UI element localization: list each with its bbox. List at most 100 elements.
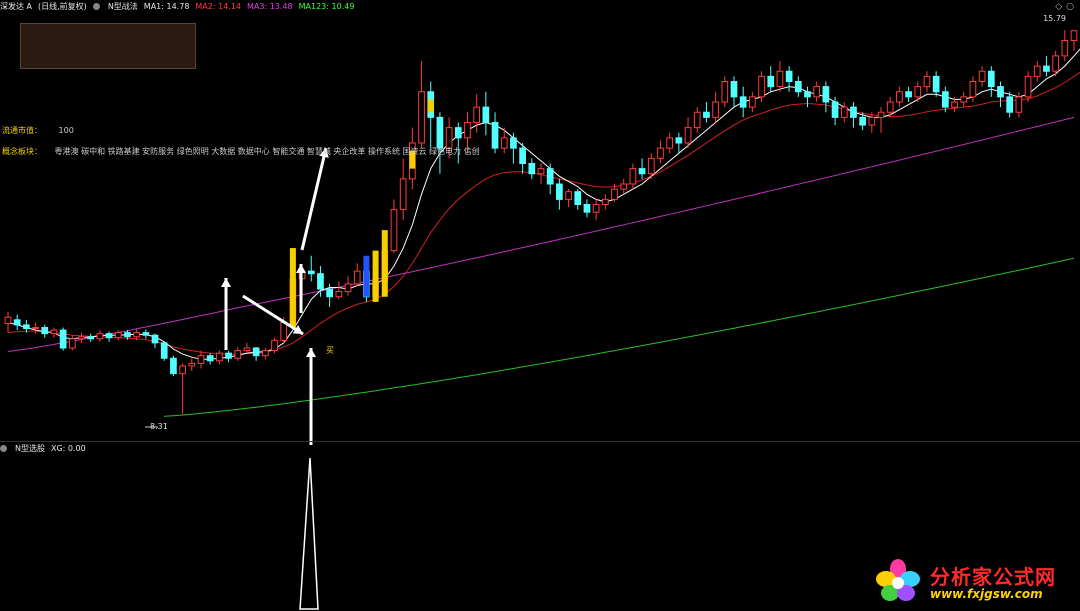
float-cap-value: 100 [58, 126, 74, 135]
candle-body [969, 81, 977, 98]
candle-body [436, 116, 444, 149]
candle-body [730, 81, 738, 98]
circle-icon[interactable] [0, 445, 7, 452]
xg-value: XG: 0.00 [50, 444, 86, 453]
candle-body [68, 338, 76, 349]
low-price-label: 8.31 [150, 422, 168, 431]
candle-body [647, 157, 655, 175]
candle-body [390, 209, 398, 252]
chart-window: 深发达 A (日线,前复权) N型战法 MA1: 14.78 MA2: 14.1… [0, 0, 1080, 611]
candle-body [50, 329, 58, 335]
buy-signal-label: 买 [326, 346, 334, 355]
candle-body [960, 96, 968, 103]
signal-bar [381, 230, 388, 297]
candle-body [344, 283, 352, 293]
candle-body [620, 183, 628, 190]
candle-body [868, 116, 876, 126]
candle-body [666, 137, 674, 149]
candle-body [1033, 65, 1041, 77]
sub-indicator-name[interactable]: N型选股 [15, 443, 45, 454]
watermark: 分析家公式网 www.fxjgsw.com [872, 557, 1072, 605]
candle-body [758, 75, 765, 98]
xg-spike [299, 457, 319, 610]
candle-body [932, 75, 940, 93]
candle-body [537, 168, 545, 175]
candle-body [749, 96, 756, 108]
candle-body [4, 316, 12, 324]
candle-body [739, 96, 747, 108]
candle-body [1015, 96, 1023, 113]
main-chart-canvas[interactable] [0, 0, 1080, 611]
candle-body [1043, 65, 1050, 72]
stock-name[interactable]: 深发达 A [0, 1, 32, 12]
candle-body [41, 327, 49, 335]
watermark-title: 分析家公式网 [930, 565, 1056, 589]
candle-body [500, 137, 508, 149]
candle-body [234, 350, 242, 359]
candle-body [546, 168, 554, 185]
candle-body [326, 288, 333, 298]
candle-body [335, 291, 343, 298]
up-arrow [300, 147, 328, 251]
candle-body [206, 355, 214, 362]
candle-body [840, 106, 848, 118]
up-arrow-head [221, 278, 231, 287]
main-header: 深发达 A (日线,前复权) N型战法 MA1: 14.78 MA2: 14.1… [0, 0, 354, 12]
candle-body [776, 70, 784, 88]
candle-body [556, 183, 563, 200]
candle-body [785, 70, 793, 82]
candle-body [583, 204, 591, 213]
candle-body [574, 191, 582, 205]
candle-body [712, 101, 719, 118]
candle-body [105, 333, 113, 339]
candle-body [197, 355, 205, 364]
candle-body [133, 332, 141, 338]
candle-body [124, 332, 131, 338]
candle-body [142, 332, 150, 336]
candle-body [767, 75, 775, 88]
candle-body [703, 111, 710, 118]
candle-body [491, 122, 499, 149]
panel-separator[interactable] [0, 441, 1080, 442]
candle-body [454, 127, 462, 139]
signal-bar [372, 250, 379, 302]
indicator-name[interactable]: N型战法 [108, 1, 138, 12]
candle-body [923, 75, 931, 88]
candle-body [13, 319, 21, 326]
candle-body [565, 191, 572, 200]
candle-body [271, 339, 278, 352]
info-box [20, 23, 196, 69]
up-arrow-head [306, 348, 316, 357]
candle-body [353, 270, 361, 285]
period-label: (日线,前复权) [38, 1, 87, 11]
candle-body [252, 347, 260, 357]
candle-body [399, 178, 407, 211]
sub-panel-header: N型选股 XG: 0.00 [0, 443, 86, 454]
candle-body [32, 327, 39, 330]
candle-body [951, 101, 958, 108]
candle-body [23, 324, 30, 330]
candle-body [151, 334, 159, 344]
candle-body [859, 116, 866, 126]
candle-body [96, 333, 104, 340]
candle-body [160, 342, 168, 359]
candle-body [261, 350, 269, 357]
ma3-value: MA3: 13.48 [247, 1, 293, 11]
circle-icon[interactable] [92, 2, 100, 10]
candle-body [684, 127, 692, 144]
candle-body [896, 91, 903, 103]
candle-body [850, 106, 857, 118]
candle-body [886, 101, 894, 113]
candle-body [473, 106, 481, 123]
concept-row: 概念板块： 粤港澳 碳中和 铁路基建 安防服务 绿色照明 大数据 数据中心 智能… [2, 146, 480, 157]
candle-body [528, 163, 536, 175]
candle-body [831, 101, 839, 118]
candle-body [987, 70, 995, 88]
candle-body [225, 352, 232, 359]
up-arrow-head [296, 264, 306, 273]
candle-body [464, 122, 471, 139]
settings-diamond-icon[interactable]: ◇○ [1055, 2, 1078, 12]
candle-body [188, 362, 196, 367]
signal-bar [289, 248, 296, 328]
candle-body [280, 321, 288, 341]
